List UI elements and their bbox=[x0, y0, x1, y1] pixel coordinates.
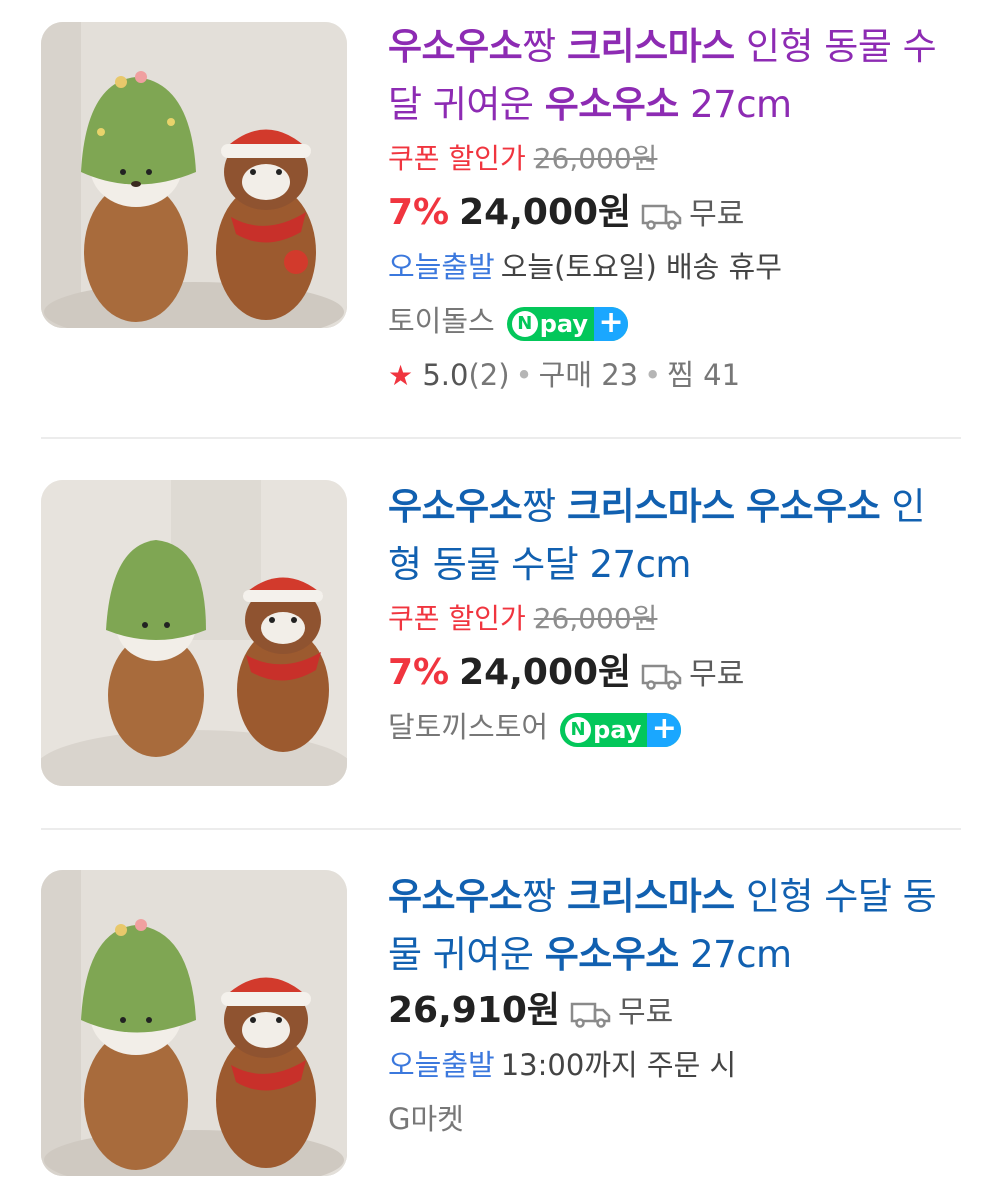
npay-badge: Npay + bbox=[506, 306, 629, 341]
sale-price: 24,000원 bbox=[459, 192, 632, 233]
original-price: 26,000원 bbox=[533, 602, 658, 635]
delivery-text: 13:00까지 주문 시 bbox=[500, 1048, 737, 1082]
truck-icon bbox=[641, 652, 683, 706]
product-title[interactable]: 우소우소짱 크리스마스 인형 동물 수달 귀여운 우소우소 27cm bbox=[388, 18, 958, 134]
npay-n-icon: N bbox=[511, 310, 538, 337]
title-segment: 우소우소 bbox=[544, 933, 680, 976]
npay-n-icon: N bbox=[565, 716, 592, 743]
npay-text: pay bbox=[539, 309, 589, 338]
truck-icon bbox=[641, 192, 683, 246]
title-segment: 짱 bbox=[522, 875, 567, 918]
rating-value: 5.0 bbox=[422, 358, 469, 392]
sale-price: 26,910원 bbox=[388, 990, 561, 1031]
npay-plus-icon: + bbox=[594, 306, 629, 341]
price-row: 7% 24,000원 무료 bbox=[388, 646, 968, 700]
today-shipping-badge: 오늘출발 bbox=[388, 1048, 495, 1082]
seller-row: G마켓 bbox=[388, 1092, 968, 1146]
price-row: 7% 24,000원 무료 bbox=[388, 186, 968, 240]
original-price: 26,000원 bbox=[533, 142, 658, 175]
delivery-row: 오늘출발 오늘(토요일) 배송 휴무 bbox=[388, 240, 968, 294]
product-list: 우소우소짱 크리스마스 인형 동물 수달 귀여운 우소우소 27cm 쿠폰 할인… bbox=[0, 0, 1002, 1200]
divider bbox=[41, 828, 961, 830]
plush-otter-photo bbox=[41, 480, 347, 786]
product-title[interactable]: 우소우소짱 크리스마스 우소우소 인형 동물 수달 27cm bbox=[388, 478, 958, 594]
truck-icon bbox=[570, 990, 612, 1044]
seller-name[interactable]: 달토끼스토어 bbox=[388, 710, 548, 744]
seller-name[interactable]: G마켓 bbox=[388, 1102, 464, 1136]
seller-row: 토이돌스 Npay + bbox=[388, 294, 968, 348]
npay-text: pay bbox=[593, 715, 642, 744]
product-thumbnail[interactable] bbox=[41, 870, 347, 1176]
title-segment: 짱 bbox=[522, 485, 567, 528]
coupon-row: 쿠폰 할인가 26,000원 bbox=[388, 592, 968, 646]
coupon-label: 쿠폰 할인가 bbox=[388, 142, 526, 175]
star-icon: ★ bbox=[388, 359, 414, 392]
title-segment: 27cm bbox=[678, 83, 792, 126]
divider bbox=[41, 437, 961, 439]
delivery-row: 오늘출발 13:00까지 주문 시 bbox=[388, 1038, 968, 1092]
npay-badge: Npay + bbox=[560, 712, 682, 747]
shipping-fee: 무료 bbox=[618, 995, 674, 1030]
title-segment: 우소우소 bbox=[388, 25, 523, 68]
product-thumbnail[interactable] bbox=[41, 22, 347, 328]
title-segment: 27cm bbox=[678, 933, 792, 976]
title-segment: 우소우소 bbox=[745, 485, 881, 528]
coupon-row: 쿠폰 할인가 26,000원 bbox=[388, 132, 968, 186]
price-row: 26,910원 무료 bbox=[388, 984, 968, 1038]
delivery-text: 오늘(토요일) 배송 휴무 bbox=[500, 250, 782, 284]
stats-row: ★ 5.0(2) • 구매 23 • 찜 41 bbox=[388, 358, 741, 392]
title-segment: 우소우소 bbox=[544, 83, 680, 126]
sale-price: 24,000원 bbox=[459, 652, 632, 693]
review-count[interactable]: (2) bbox=[468, 358, 509, 392]
npay-plus-icon: + bbox=[647, 712, 682, 747]
title-segment: 우소우소 bbox=[388, 485, 523, 528]
seller-name[interactable]: 토이돌스 bbox=[388, 304, 495, 338]
title-segment: 크리스마스 bbox=[566, 25, 735, 68]
title-segment: 우소우소 bbox=[388, 875, 523, 918]
shipping-fee: 무료 bbox=[689, 197, 745, 232]
discount-rate: 7% bbox=[388, 192, 450, 233]
product-title[interactable]: 우소우소짱 크리스마스 인형 수달 동물 귀여운 우소우소 27cm bbox=[388, 868, 958, 984]
title-segment bbox=[735, 485, 746, 528]
discount-rate: 7% bbox=[388, 652, 450, 693]
seller-row: 달토끼스토어 Npay + bbox=[388, 700, 968, 754]
today-shipping-badge: 오늘출발 bbox=[388, 250, 495, 284]
wishlist-count: 찜 41 bbox=[667, 358, 741, 392]
shipping-fee: 무료 bbox=[689, 657, 745, 692]
title-segment: 크리스마스 bbox=[566, 875, 735, 918]
coupon-label: 쿠폰 할인가 bbox=[388, 602, 526, 635]
title-segment: 크리스마스 bbox=[566, 485, 735, 528]
product-thumbnail[interactable] bbox=[41, 480, 347, 786]
purchase-count: 구매 23 bbox=[538, 358, 639, 392]
plush-otter-photo bbox=[41, 870, 347, 1176]
plush-otter-photo bbox=[41, 22, 347, 328]
title-segment: 짱 bbox=[522, 25, 567, 68]
